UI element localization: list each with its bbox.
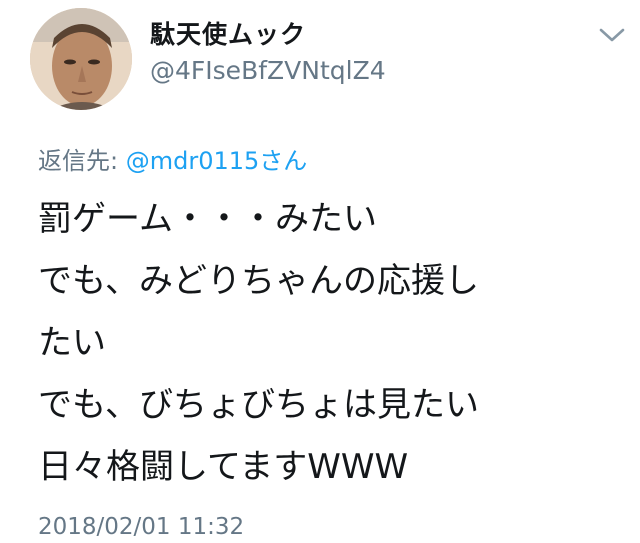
reply-prefix: 返信先: xyxy=(38,147,126,175)
tweet-line: 日々格闘してますWWW xyxy=(38,447,409,487)
tweet-line: たい xyxy=(38,323,106,363)
profile-photo xyxy=(30,8,132,110)
tweet-timestamp[interactable]: 2018/02/01 11:32 xyxy=(38,512,244,542)
avatar[interactable] xyxy=(30,8,132,110)
tweet-line: でも、みどりちゃんの応援し xyxy=(38,261,479,301)
tweet-line: でも、びちょびちょは見たい xyxy=(38,385,479,425)
chevron-down-icon[interactable] xyxy=(598,26,626,44)
author-display-name[interactable]: 駄天使ムック xyxy=(150,20,306,50)
reply-context: 返信先: @mdr0115さん xyxy=(38,146,307,176)
reply-mention-link[interactable]: @mdr0115さん xyxy=(126,147,308,175)
tweet-line: 罰ゲーム・・・みたい xyxy=(38,199,377,239)
tweet-text: 罰ゲーム・・・みたい でも、みどりちゃんの応援し たい でも、びちょびちょは見た… xyxy=(38,188,628,498)
author-handle[interactable]: @4FIseBfZVNtqlZ4 xyxy=(150,56,386,86)
